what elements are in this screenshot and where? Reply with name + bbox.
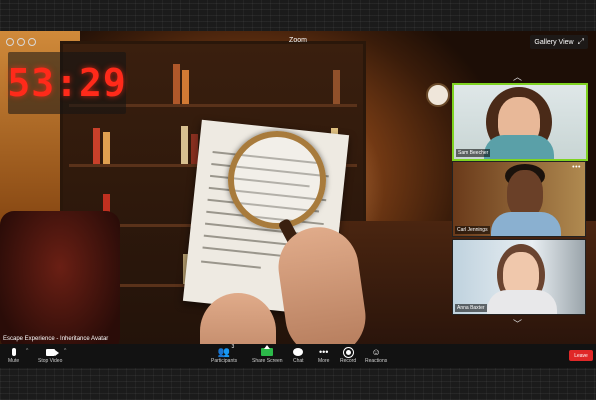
participants-count: 3 — [231, 344, 235, 350]
countdown-timer: 53:29 — [7, 52, 127, 114]
expand-icon[interactable]: ⤢ — [578, 38, 584, 46]
chevron-up-icon[interactable]: ︿ — [513, 70, 522, 83]
meeting-toolbar: Mute ^ Stop Video ^ 👥 3 Participants Shar… — [0, 344, 596, 368]
record-icon — [342, 346, 354, 358]
record-label: Record — [340, 358, 357, 364]
chat-label: Chat — [293, 358, 304, 364]
record-button[interactable]: Record — [340, 346, 356, 364]
chat-icon — [293, 348, 304, 356]
mic-icon — [11, 348, 16, 356]
participant-name: Carl Jennings — [455, 226, 490, 234]
mute-label: Mute — [8, 358, 20, 364]
participant-name: Anna Baxter — [455, 304, 487, 312]
stop-video-label: Stop Video — [38, 358, 63, 364]
share-screen-label: Share Screen — [252, 358, 283, 364]
magnifying-glass — [228, 131, 326, 229]
more-icon: ••• — [318, 347, 329, 357]
stop-video-button[interactable]: Stop Video — [38, 346, 62, 364]
audio-options-caret[interactable]: ^ — [26, 348, 28, 354]
gallery-view-button[interactable]: Gallery View ⤢ — [530, 35, 588, 49]
more-options-icon[interactable]: ••• — [572, 164, 581, 171]
wall-clock — [426, 83, 450, 107]
more-label: More — [318, 358, 330, 364]
chat-button[interactable]: Chat — [293, 346, 304, 364]
share-screen-button[interactable]: Share Screen — [252, 345, 283, 364]
participants-icon: 👥 3 — [217, 344, 235, 358]
participant-tile[interactable]: Anna Baxter — [452, 239, 586, 315]
participant-tile[interactable]: Sam Beecher — [452, 83, 588, 161]
reactions-icon: ☺ — [371, 347, 381, 357]
participant-tile[interactable]: ••• Carl Jennings — [452, 161, 586, 237]
timer-value: 53:29 — [7, 61, 127, 105]
reactions-label: Reactions — [365, 358, 388, 364]
mute-button[interactable]: Mute — [8, 346, 19, 364]
title-bar: Zoom Gallery View ⤢ — [0, 31, 596, 53]
leave-button[interactable]: Leave — [569, 350, 593, 361]
chevron-down-icon[interactable]: ﹀ — [513, 317, 522, 330]
more-button[interactable]: ••• More — [318, 346, 329, 364]
video-options-caret[interactable]: ^ — [64, 348, 66, 354]
armchair — [0, 211, 120, 351]
meeting-name: Escape Experience - Inheritance Avatar — [3, 336, 109, 342]
video-icon — [45, 348, 59, 356]
window-title: Zoom — [289, 37, 307, 44]
participant-name: Sam Beecher — [456, 149, 491, 157]
participants-button[interactable]: 👥 3 Participants — [211, 344, 238, 364]
share-screen-icon — [261, 345, 274, 356]
participants-label: Participants — [211, 358, 238, 364]
reactions-button[interactable]: ☺ Reactions — [365, 346, 387, 364]
gallery-view-label: Gallery View — [534, 38, 574, 46]
